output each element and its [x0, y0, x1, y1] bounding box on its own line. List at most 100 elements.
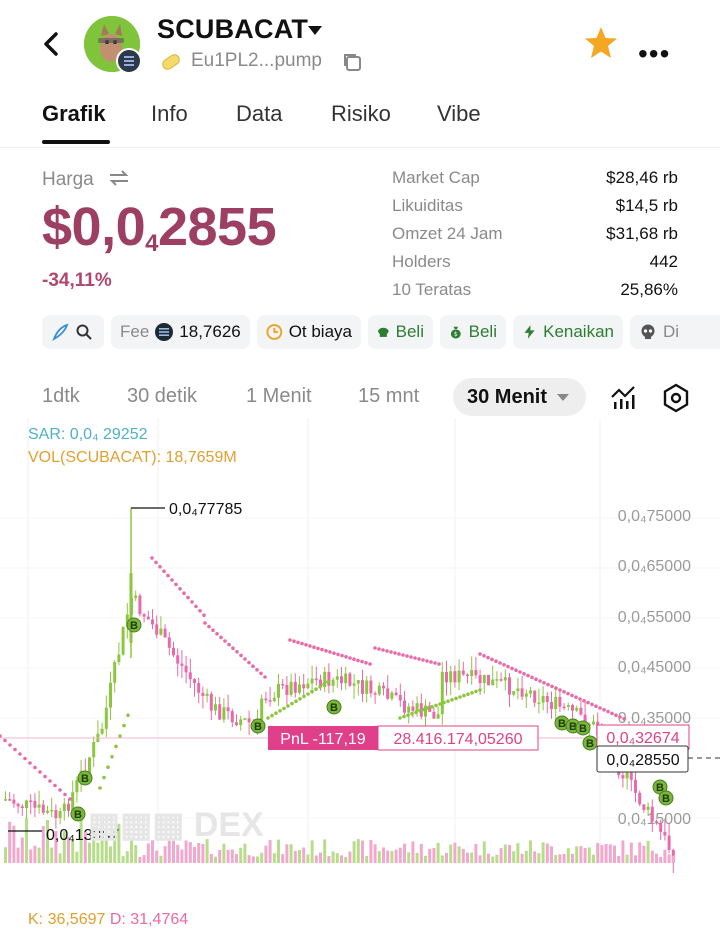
candle	[655, 821, 658, 824]
more-icon[interactable]: •••	[638, 38, 670, 70]
volume-bar	[428, 848, 432, 863]
volume-bar	[314, 855, 318, 863]
k-value: K: 36,5697	[28, 911, 106, 928]
sar-dot	[235, 650, 239, 654]
sar-dot	[530, 675, 534, 680]
token-name[interactable]: SCUBACAT	[157, 14, 308, 45]
sar-dot	[490, 657, 494, 662]
interval-30-detik[interactable]: 30 detik	[127, 385, 197, 408]
y-tick-label: 0,0₄55000	[618, 609, 691, 626]
volume-bar	[424, 855, 427, 863]
copy-icon[interactable]	[341, 51, 363, 73]
candle	[218, 704, 222, 720]
sar-dot	[454, 696, 458, 701]
sar-dot	[154, 560, 158, 565]
interval-15-mnt[interactable]: 15 mnt	[358, 385, 419, 408]
interval-30-menit-dropdown[interactable]: 30 Menit	[453, 378, 586, 416]
sar-dot	[0, 734, 2, 738]
volume-bar	[432, 848, 436, 863]
tab-info[interactable]: Info	[151, 101, 188, 127]
candle	[230, 711, 234, 723]
volume-bar	[180, 849, 184, 863]
sar-dot	[344, 655, 348, 659]
candle	[163, 628, 167, 638]
volume-bar	[306, 854, 310, 863]
chevron-down-icon[interactable]	[308, 26, 322, 35]
sar-dot	[162, 569, 166, 573]
interval-1-menit[interactable]: 1 Menit	[246, 385, 312, 408]
candle	[155, 624, 159, 635]
sar-dot	[203, 621, 207, 625]
active-tab-indicator	[42, 140, 110, 144]
indicators-icon[interactable]	[609, 383, 637, 411]
candle	[629, 772, 633, 780]
sar-dot	[28, 761, 32, 765]
sar-dot	[282, 706, 286, 711]
chip-kenaikan[interactable]: Kenaikan	[513, 315, 623, 349]
volume-bar	[251, 856, 255, 863]
sar-dot	[413, 656, 417, 660]
candle	[390, 692, 394, 699]
volume-bar	[499, 848, 503, 863]
sar-dot	[308, 644, 312, 648]
volume-bar	[436, 842, 440, 863]
candle	[25, 800, 28, 809]
volume-bar	[671, 855, 675, 863]
volume-bar	[323, 839, 327, 863]
price-chart[interactable]: 0,0₄75000 0,0₄65000 0,0₄55000 0,0₄45000 0,0₄…	[0, 418, 720, 873]
candle	[499, 679, 503, 681]
volume-bar	[394, 849, 398, 863]
candle	[621, 775, 625, 779]
tab-data[interactable]: Data	[236, 101, 282, 127]
sar-dot	[377, 647, 381, 651]
chip-beli-1[interactable]: Beli	[368, 315, 433, 349]
sar-dot	[247, 660, 251, 665]
candle	[373, 693, 377, 695]
candle	[440, 671, 444, 715]
volume-bar	[369, 839, 373, 863]
beli-label-2: Beli	[468, 322, 497, 341]
volume-bar	[20, 837, 24, 863]
volume-bar	[461, 848, 465, 863]
star-icon[interactable]	[583, 26, 619, 60]
high-label: 0,0₄77785	[169, 501, 242, 518]
sar-dot	[98, 786, 102, 790]
tab-grafik[interactable]: Grafik	[42, 101, 106, 127]
volume-bar	[407, 852, 411, 863]
interval-1dtk[interactable]: 1dtk	[42, 385, 80, 408]
sar-dot	[304, 643, 308, 647]
tab-vibe[interactable]: Vibe	[437, 101, 481, 127]
sar-dot	[198, 609, 202, 613]
sar-dot	[263, 675, 267, 679]
sar-dot	[522, 672, 526, 676]
sar-dot	[38, 770, 42, 774]
volume-bar	[390, 851, 394, 863]
sar-dot	[302, 694, 306, 699]
volume-bar	[256, 856, 259, 863]
chip-tools[interactable]	[42, 315, 104, 349]
tab-risiko[interactable]: Risiko	[331, 101, 391, 127]
chip-beli-2[interactable]: $ Beli	[440, 315, 506, 349]
sar-dot	[63, 792, 67, 797]
candle	[289, 681, 293, 695]
sar-dot	[227, 642, 231, 647]
candle	[54, 810, 58, 818]
volume-bar	[289, 844, 293, 863]
sar-dot	[336, 652, 340, 657]
swap-icon[interactable]	[108, 168, 130, 188]
chip-fee[interactable]: Fee 18,7626	[111, 315, 250, 349]
candle	[344, 673, 348, 684]
volume-bar	[134, 845, 138, 863]
buy-marker-label: B	[662, 793, 670, 805]
volume-bar	[516, 843, 520, 863]
candle	[512, 691, 516, 695]
chip-ot-biaya[interactable]: Ot biaya	[257, 315, 361, 349]
sar-dot	[340, 653, 344, 658]
sar-dot	[614, 713, 618, 717]
candle	[487, 674, 490, 686]
settings-hexagon-icon[interactable]	[662, 383, 690, 413]
pill-icon	[162, 54, 180, 70]
chip-partial[interactable]: Di	[630, 315, 720, 349]
candle	[176, 655, 180, 664]
back-arrow-icon[interactable]	[38, 28, 66, 60]
